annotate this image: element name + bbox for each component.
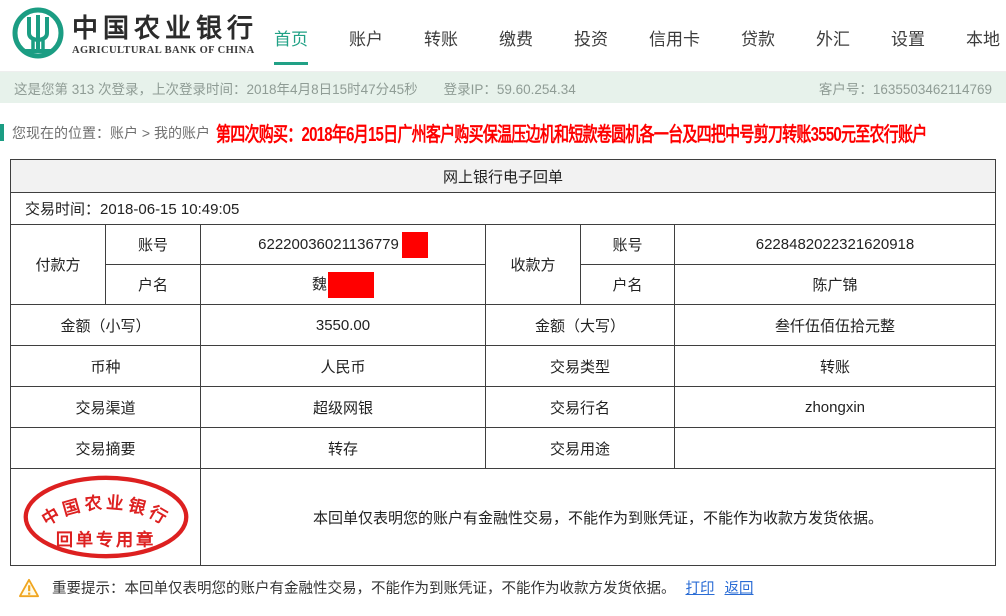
breadcrumb-accent-bar [0, 124, 4, 141]
currency-label: 币种 [11, 346, 201, 387]
warning-icon [18, 578, 40, 598]
summary-value: 转存 [201, 428, 486, 469]
purpose-label: 交易用途 [486, 428, 675, 469]
stamp-text-bottom: 回单专用章 [55, 530, 155, 550]
nav-item-forex[interactable]: 外汇 [816, 7, 850, 65]
back-link[interactable]: 返回 [725, 577, 754, 598]
breadcrumb-text: 您现在的位置：账户 > 我的账户 [12, 123, 210, 143]
redaction-block [402, 232, 428, 258]
redaction-block [328, 272, 374, 298]
transaction-time-value: 2018-06-15 10:49:05 [100, 201, 239, 218]
login-status-bar: 这是您第 313 次登录，上次登录时间：2018年4月8日15时47分45秒 登… [0, 72, 1006, 103]
payee-name-value: 陈广锦 [675, 265, 996, 305]
receipt-stamp: 中国农业银行 回单专用章 [11, 473, 200, 561]
receipt-title: 网上银行电子回单 [11, 160, 996, 193]
currency-value: 人民币 [201, 346, 486, 387]
bank-name-cn: 中国农业银行 [72, 15, 258, 42]
svg-text:中国农业银行: 中国农业银行 [38, 492, 174, 529]
e-receipt-table: 网上银行电子回单 交易时间：2018-06-15 10:49:05 付款方 账号… [10, 159, 996, 566]
nav-item-settings[interactable]: 设置 [891, 7, 925, 65]
nav-item-payments[interactable]: 缴费 [499, 7, 533, 65]
payee-name-label: 户名 [581, 265, 675, 305]
stamp-text-top: 中国农业银行 [38, 492, 174, 529]
breadcrumb[interactable]: 您现在的位置：账户 > 我的账户 [0, 123, 210, 143]
nav-item-local[interactable]: 本地 [966, 7, 1000, 65]
main-nav: 首页 账户 转账 缴费 投资 信用卡 贷款 外汇 设置 本地 [274, 7, 1000, 65]
transaction-time-label: 交易时间： [25, 201, 100, 218]
login-count-text: 这是您第 313 次登录，上次登录时间：2018年4月8日15时47分45秒 [14, 78, 418, 98]
nav-item-transfer[interactable]: 转账 [424, 7, 458, 65]
channel-value: 超级网银 [201, 387, 486, 428]
payer-name-value: 魏 [312, 275, 327, 292]
nav-item-home[interactable]: 首页 [274, 7, 308, 65]
stamp-cell: 中国农业银行 回单专用章 [11, 469, 201, 566]
disclaimer-cell: 本回单仅表明您的账户有金融性交易，不能作为到账凭证，不能作为收款方发货依据。 [201, 469, 996, 566]
purpose-value [675, 428, 996, 469]
payee-account-value: 6228482022321620918 [675, 225, 996, 265]
print-link[interactable]: 打印 [686, 577, 715, 598]
purchase-annotation-text: 第四次购买：2018年6月15日广州客户购买保温压边机和短款卷圆机各一台及四把中… [216, 118, 927, 147]
customer-number-text: 客户号：1635503462114769 [819, 78, 992, 98]
amount-digits-value: 3550.00 [201, 305, 486, 346]
nav-item-investments[interactable]: 投资 [574, 7, 608, 65]
bank-name-value: zhongxin [675, 387, 996, 428]
amount-words-value: 叁仟伍佰伍拾元整 [675, 305, 996, 346]
amount-words-label: 金额（大写） [486, 305, 675, 346]
transaction-type-value: 转账 [675, 346, 996, 387]
bank-name-label: 交易行名 [486, 387, 675, 428]
payer-account-cell: 62220036021136779 [201, 225, 486, 265]
payer-name-label: 户名 [106, 265, 201, 305]
bank-logo[interactable]: 中国农业银行 AGRICULTURAL BANK OF CHINA [12, 7, 258, 64]
bank-name-en: AGRICULTURAL BANK OF CHINA [72, 45, 258, 56]
payer-account-label: 账号 [106, 225, 201, 265]
notice-text: 本回单仅表明您的账户有金融性交易，不能作为到账凭证，不能作为收款方发货依据。 [125, 577, 676, 598]
amount-digits-label: 金额（小写） [11, 305, 201, 346]
nav-item-loans[interactable]: 贷款 [741, 7, 775, 65]
login-ip-text: 登录IP：59.60.254.34 [444, 78, 576, 98]
notice-label: 重要提示： [52, 577, 125, 598]
nav-item-credit-card[interactable]: 信用卡 [649, 7, 700, 65]
header: 中国农业银行 AGRICULTURAL BANK OF CHINA 首页 账户 … [0, 0, 1006, 72]
payee-account-label: 账号 [581, 225, 675, 265]
channel-label: 交易渠道 [11, 387, 201, 428]
transaction-type-label: 交易类型 [486, 346, 675, 387]
footer-notice: 重要提示： 本回单仅表明您的账户有金融性交易，不能作为到账凭证，不能作为收款方发… [18, 577, 1006, 598]
nav-item-accounts[interactable]: 账户 [349, 7, 383, 65]
payer-name-cell: 魏 [201, 265, 486, 305]
payer-account-value: 62220036021136779 [258, 235, 399, 252]
abc-logo-icon [12, 7, 64, 64]
transaction-time-cell: 交易时间：2018-06-15 10:49:05 [11, 193, 996, 225]
breadcrumb-row: 您现在的位置：账户 > 我的账户 第四次购买：2018年6月15日广州客户购买保… [0, 118, 1006, 147]
summary-label: 交易摘要 [11, 428, 201, 469]
payee-role-cell: 收款方 [486, 225, 581, 305]
payer-role-cell: 付款方 [11, 225, 106, 305]
